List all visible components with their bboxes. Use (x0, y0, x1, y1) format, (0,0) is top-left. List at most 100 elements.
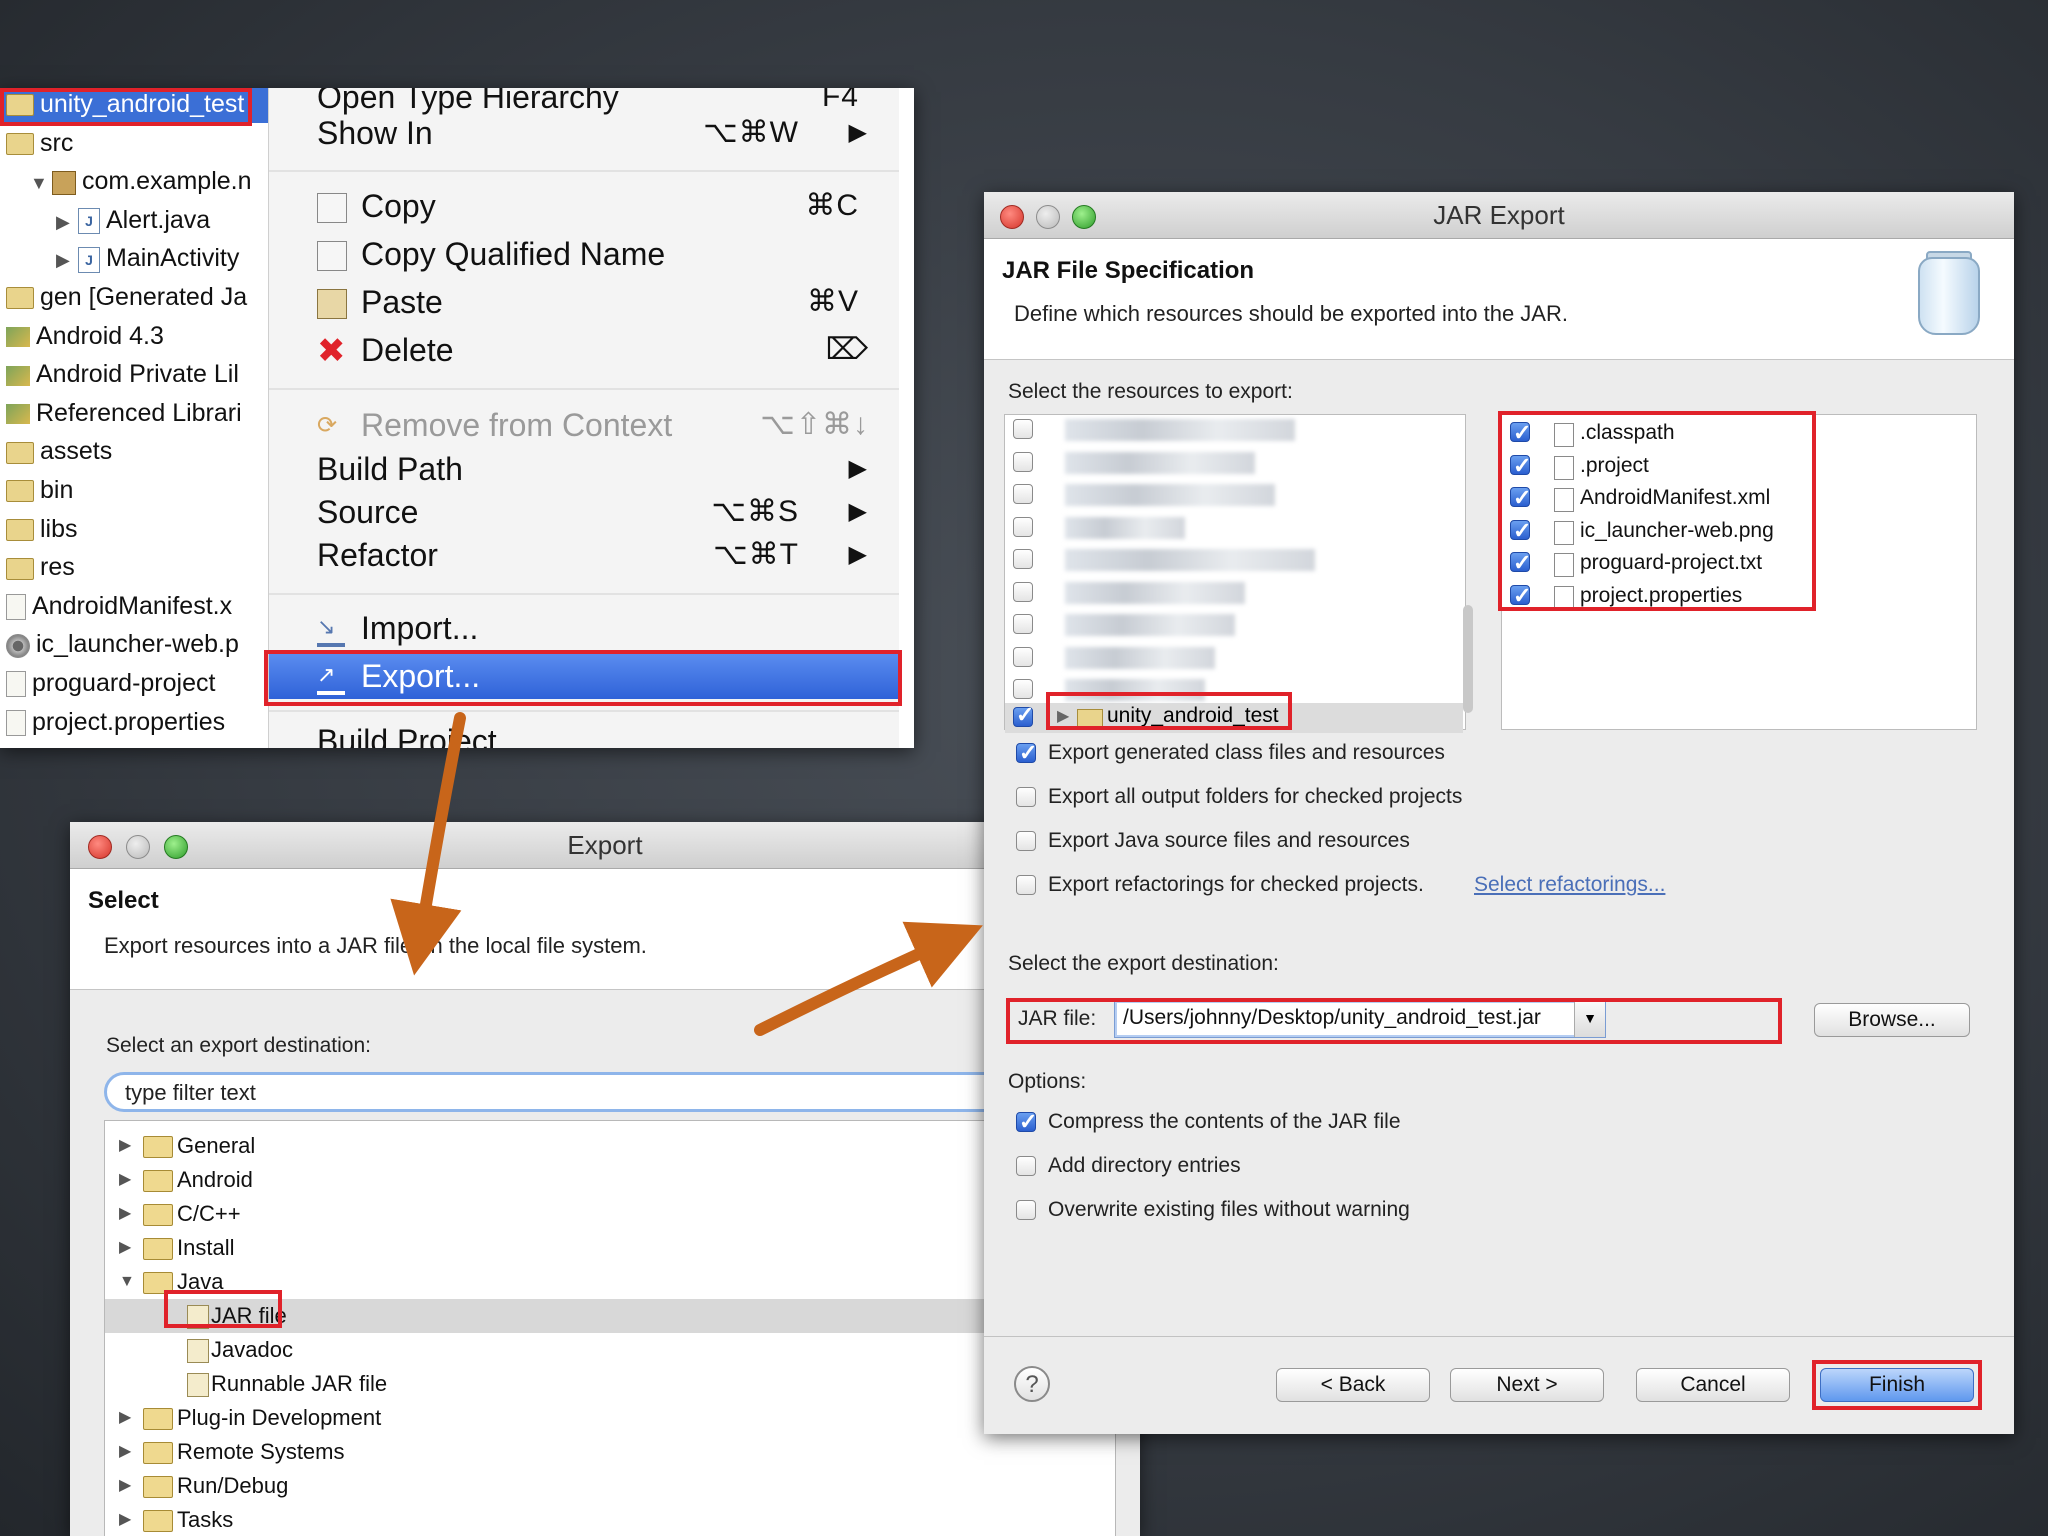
list-item[interactable]: ▶ Plug-in Development (105, 1401, 1115, 1435)
menu-item-paste[interactable]: Paste ⌘V (269, 279, 899, 325)
list-item[interactable]: ▶ General (105, 1129, 1115, 1163)
tree-item[interactable]: gen [Generated Ja (0, 278, 274, 316)
expand-twisty-icon[interactable]: ▶ (119, 1163, 131, 1197)
selected-project-row[interactable]: ▶ unity_android_test (1005, 702, 1463, 733)
tree-item[interactable]: src (0, 124, 274, 162)
expand-twisty-icon[interactable]: ▶ (56, 241, 78, 279)
expand-twisty-icon[interactable]: ▶ (119, 1401, 131, 1435)
resource-checkbox[interactable] (1013, 646, 1033, 667)
file-checkbox[interactable] (1510, 515, 1531, 547)
resource-tree-scrollbar[interactable] (1463, 605, 1473, 713)
menu-item-show-in[interactable]: Show In ⌥⌘W ▶ (269, 110, 899, 156)
list-item[interactable]: Javadoc (105, 1333, 1115, 1367)
list-item[interactable]: ▼ Java (105, 1265, 1115, 1299)
file-list-item[interactable]: proguard-project.txt (1502, 547, 1976, 579)
expand-twisty-icon[interactable]: ▶ (56, 203, 78, 241)
resource-checkbox[interactable] (1013, 516, 1033, 537)
resource-checkbox[interactable] (1013, 549, 1033, 569)
file-list-item[interactable]: project.properties (1502, 580, 1976, 612)
expand-twisty-icon[interactable]: ▶ (119, 1231, 131, 1265)
checkbox[interactable] (1016, 831, 1036, 851)
checkbox[interactable] (1016, 1200, 1036, 1220)
checkbox[interactable] (1016, 787, 1036, 807)
menu-item-refactor[interactable]: Refactor ⌥⌘T ▶ (269, 532, 899, 578)
tree-item[interactable]: ▼ com.example.n (0, 162, 298, 200)
checkbox[interactable] (1016, 738, 1037, 768)
next-button[interactable]: Next > (1450, 1368, 1604, 1402)
expand-twisty-icon[interactable]: ▼ (119, 1265, 135, 1299)
tree-item-label: unity_android_test (40, 90, 245, 118)
expand-twisty-icon[interactable]: ▶ (119, 1435, 131, 1469)
list-item-label: Plug-in Development (177, 1405, 382, 1430)
file-list-item[interactable]: .classpath (1502, 417, 1976, 449)
resource-checkbox[interactable] (1013, 419, 1033, 439)
wizard-header: Select Export resources into a JAR file … (70, 869, 1140, 990)
tree-item[interactable]: project.properties (0, 703, 274, 741)
tree-item[interactable]: Android 4.3 (0, 317, 274, 355)
expand-twisty-icon[interactable]: ▶ (119, 1469, 131, 1503)
menu-item-remove-from-context[interactable]: ⟳ Remove from Context ⌥⇧⌘↓ (269, 402, 899, 448)
menu-item-delete[interactable]: ✖ Delete ⌦ (269, 327, 899, 373)
tree-item[interactable]: Android Private Lil (0, 355, 274, 393)
jar-file-item[interactable]: JAR file (105, 1299, 1115, 1333)
jar-icon (1918, 257, 1980, 335)
menu-item-build-path[interactable]: Build Path ▶ (269, 446, 899, 492)
expand-twisty-icon[interactable]: ▼ (30, 164, 52, 202)
list-item-label: C/C++ (177, 1201, 241, 1226)
resource-checkbox[interactable] (1013, 614, 1033, 634)
list-item[interactable]: ▶ Install (105, 1231, 1115, 1265)
checkbox[interactable] (1016, 1156, 1036, 1176)
menu-item-copy[interactable]: Copy ⌘C (269, 183, 899, 229)
file-checkbox[interactable] (1510, 580, 1531, 612)
expand-twisty-icon[interactable]: ▶ (119, 1129, 131, 1163)
file-checkbox[interactable] (1510, 450, 1531, 482)
resource-checkbox[interactable] (1013, 581, 1033, 602)
expand-twisty-icon[interactable]: ▶ (119, 1197, 131, 1231)
expand-twisty-icon[interactable]: ▶ (119, 1503, 131, 1536)
resource-checkbox[interactable] (1013, 484, 1033, 504)
list-item[interactable]: ▶ C/C++ (105, 1197, 1115, 1231)
project-checkbox[interactable] (1013, 702, 1034, 728)
menu-item-source[interactable]: Source ⌥⌘S ▶ (269, 489, 899, 535)
file-checkbox[interactable] (1510, 547, 1531, 579)
list-item[interactable]: ▶ Run/Debug (105, 1469, 1115, 1503)
jar-file-combo[interactable]: /Users/johnny/Desktop/unity_android_test… (1114, 1000, 1606, 1038)
back-button[interactable]: < Back (1276, 1368, 1430, 1402)
expand-twisty-icon[interactable]: ▶ (1057, 706, 1069, 726)
tree-item[interactable]: libs (0, 510, 274, 548)
checkbox[interactable] (1016, 875, 1036, 895)
tree-item[interactable]: assets (0, 432, 274, 470)
list-item[interactable]: ▶ Tasks (105, 1503, 1115, 1536)
file-list-item[interactable]: .project (1502, 450, 1976, 482)
file-checkbox[interactable] (1510, 482, 1531, 514)
tree-item-label: project.properties (32, 707, 226, 736)
list-item[interactable]: ▶ Android (105, 1163, 1115, 1197)
menu-item-import[interactable]: ↘ Import... (269, 605, 899, 651)
tree-item[interactable]: proguard-project (0, 664, 274, 702)
menu-item-export[interactable]: ↗ Export... (269, 653, 899, 699)
browse-button[interactable]: Browse... (1814, 1003, 1970, 1037)
tree-item[interactable]: bin (0, 471, 274, 509)
file-checkbox[interactable] (1510, 417, 1531, 449)
project-root-item[interactable]: unity_android_test (0, 88, 274, 123)
option-label: Export generated class files and resourc… (1048, 741, 1445, 764)
dropdown-arrow-icon[interactable]: ▼ (1574, 1001, 1605, 1037)
tree-item[interactable]: ic_launcher-web.p (0, 625, 274, 663)
list-item-label: Tasks (177, 1507, 234, 1532)
tree-item[interactable]: AndroidManifest.x (0, 587, 274, 625)
cancel-button[interactable]: Cancel (1636, 1368, 1790, 1402)
menu-item-build-project[interactable]: Build Project (269, 718, 899, 748)
tree-item[interactable]: res (0, 548, 274, 586)
list-item[interactable]: Runnable JAR file (105, 1367, 1115, 1401)
list-item[interactable]: ▶ Remote Systems (105, 1435, 1115, 1469)
select-refactorings-link[interactable]: Select refactorings... (1474, 870, 1665, 900)
file-list-item[interactable]: AndroidManifest.xml (1502, 482, 1976, 514)
resource-checkbox[interactable] (1013, 451, 1033, 472)
tree-item[interactable]: Referenced Librari (0, 394, 274, 432)
finish-button[interactable]: Finish (1820, 1368, 1974, 1402)
file-list-item[interactable]: ic_launcher-web.png (1502, 515, 1976, 547)
help-icon[interactable]: ? (1014, 1366, 1050, 1402)
menu-item-copy-qualified-name[interactable]: Copy Qualified Name (269, 231, 899, 277)
resource-checkbox[interactable] (1013, 679, 1033, 699)
checkbox[interactable] (1016, 1107, 1037, 1137)
